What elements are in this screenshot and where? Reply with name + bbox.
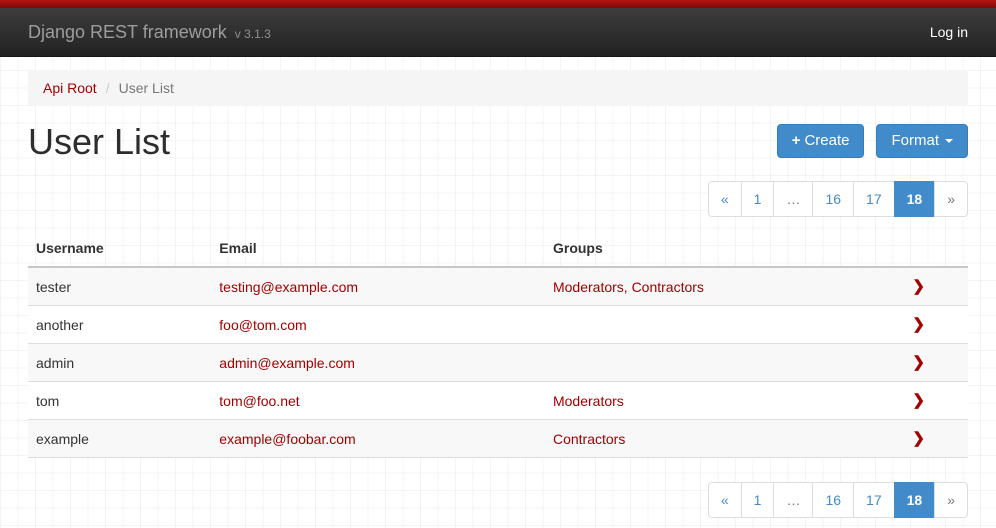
header-groups: Groups [545,230,869,267]
row-detail-chevron-icon[interactable]: ❯ [912,392,925,409]
table-body: tester testing@example.com Moderators, Con… [28,267,968,458]
cell-email: testing@example.com [211,267,545,306]
header-username: Username [28,230,211,267]
navbar: Django REST framework v 3.1.3 Log in [0,8,996,57]
breadcrumb-current: User List [119,80,174,96]
cell-email: foo@tom.com [211,306,545,344]
cell-detail: ❯ [869,382,968,420]
header-detail [869,230,968,267]
toolbar: +Create Format [777,121,968,158]
pagination-item: 16 [813,181,854,217]
pagination-ellipsis: … [773,181,813,217]
page-header: User List +Create Format [28,121,968,166]
breadcrumb-api-root-link[interactable]: Api Root [43,80,97,96]
pagination-ellipsis: … [773,482,813,518]
create-button-label: Create [804,132,849,149]
brand-link[interactable]: Django REST framework v 3.1.3 [28,22,271,43]
cell-email: tom@foo.net [211,382,545,420]
pagination-prev[interactable]: « [708,482,742,518]
cell-detail: ❯ [869,344,968,382]
pagination-page-16[interactable]: 16 [812,482,854,518]
pagination-item: 18 [895,181,936,217]
email-link[interactable]: example@foobar.com [219,431,355,447]
pagination-prev[interactable]: « [708,181,742,217]
cell-username: tester [28,267,211,306]
table-row: example example@foobar.com Contractors ❯ [28,420,968,458]
groups-link[interactable]: Contractors [553,431,625,447]
row-detail-chevron-icon[interactable]: ❯ [912,354,925,371]
pagination-item: « [708,482,742,518]
plus-icon: + [792,132,801,149]
groups-link[interactable]: Moderators, Contractors [553,279,704,295]
cell-email: admin@example.com [211,344,545,382]
pagination-item: 16 [813,482,854,518]
pagination-page-16[interactable]: 16 [812,181,854,217]
table-row: tester testing@example.com Moderators, Con… [28,267,968,306]
top-red-stripe [0,0,996,8]
table-row: another foo@tom.com ❯ [28,306,968,344]
format-button-label: Format [891,132,939,149]
pagination-page-1[interactable]: 1 [741,482,775,518]
cell-groups [545,306,869,344]
pagination-page-17[interactable]: 17 [853,482,895,518]
cell-username: tom [28,382,211,420]
pagination-bottom: «1…161718» [708,482,968,518]
row-detail-chevron-icon[interactable]: ❯ [912,278,925,295]
cell-groups [545,344,869,382]
login-link[interactable]: Log in [930,24,968,40]
cell-groups: Moderators [545,382,869,420]
table-row: tom tom@foo.net Moderators ❯ [28,382,968,420]
pagination-item: 1 [742,181,775,217]
cell-groups: Moderators, Contractors [545,267,869,306]
pagination-item: » [935,482,968,518]
pagination-item: … [774,181,813,217]
row-detail-chevron-icon[interactable]: ❯ [912,430,925,447]
pagination-page-18[interactable]: 18 [894,482,936,518]
header-email: Email [211,230,545,267]
email-link[interactable]: foo@tom.com [219,317,306,333]
create-button[interactable]: +Create [777,124,865,158]
pagination-page-17[interactable]: 17 [853,181,895,217]
format-button[interactable]: Format [876,124,968,158]
pagination-top-row: «1…161718» [28,181,968,217]
page-title: User List [28,121,170,162]
cell-detail: ❯ [869,420,968,458]
email-link[interactable]: tom@foo.net [219,393,299,409]
pagination-item: 17 [854,482,895,518]
pagination-top: «1…161718» [708,181,968,217]
brand-title: Django REST framework [28,22,227,42]
groups-link[interactable]: Moderators [553,393,624,409]
cell-username: another [28,306,211,344]
user-table: Username Email Groups tester testing@exam… [28,230,968,458]
pagination-next: » [934,482,968,518]
table-row: admin admin@example.com ❯ [28,344,968,382]
table-header: Username Email Groups [28,230,968,267]
pagination-item: 17 [854,181,895,217]
breadcrumb-separator: / [106,80,110,96]
brand-version: v 3.1.3 [235,27,271,41]
pagination-item: « [708,181,742,217]
pagination-page-18[interactable]: 18 [894,181,936,217]
caret-down-icon [945,139,953,143]
page-background: { "navbar": { "brand": "Django REST fram… [0,0,996,528]
pagination-item: … [774,482,813,518]
pagination-next: » [934,181,968,217]
email-link[interactable]: admin@example.com [219,355,355,371]
pagination-page-1[interactable]: 1 [741,181,775,217]
cell-detail: ❯ [869,306,968,344]
pagination-item: 1 [742,482,775,518]
cell-username: example [28,420,211,458]
pagination-item: » [935,181,968,217]
cell-email: example@foobar.com [211,420,545,458]
email-link[interactable]: testing@example.com [219,279,358,295]
breadcrumb: Api Root / User List [28,70,968,106]
cell-detail: ❯ [869,267,968,306]
cell-groups: Contractors [545,420,869,458]
cell-username: admin [28,344,211,382]
pagination-item: 18 [895,482,936,518]
row-detail-chevron-icon[interactable]: ❯ [912,316,925,333]
pagination-bottom-row: «1…161718» [28,482,968,518]
